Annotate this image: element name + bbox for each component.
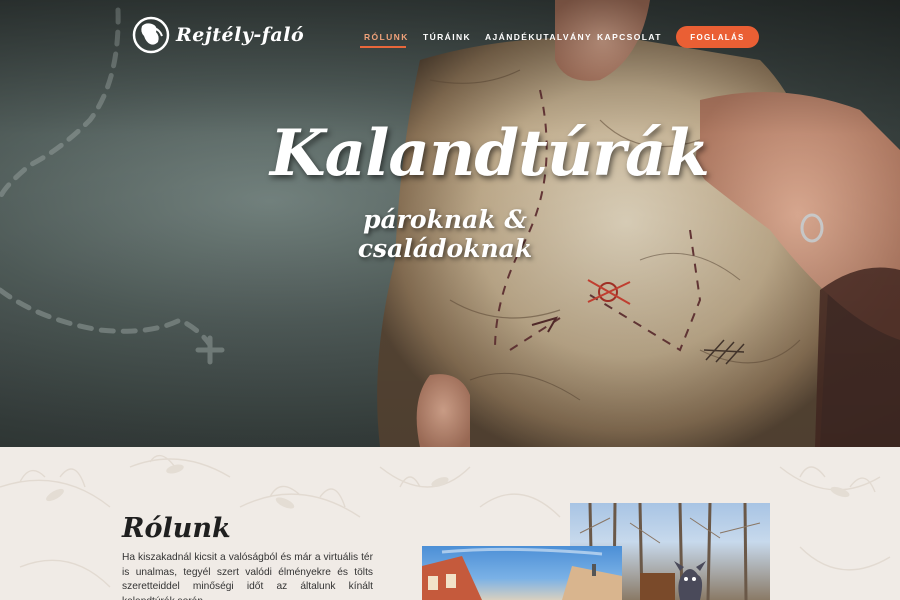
hero-title: Kalandtúrák [270, 116, 710, 191]
logo-text: Rejtély-faló [176, 24, 305, 46]
site-logo[interactable]: Rejtély-faló [132, 16, 304, 54]
globe-horse-icon [132, 16, 170, 54]
nav-item-rolunk[interactable]: RÓLUNK [364, 32, 409, 42]
booking-button[interactable]: FOGLALÁS [676, 26, 759, 48]
nav-item-ajandekutalvany[interactable]: AJÁNDÉKUTALVÁNY [485, 32, 592, 42]
about-title: Rólunk [122, 513, 231, 544]
town-photo [422, 546, 622, 600]
nav-item-kapcsolat[interactable]: KAPCSOLAT [597, 32, 662, 42]
nav-active-indicator [360, 46, 406, 48]
hero-banner: Rejtély-faló RÓLUNK TÚRÁINK AJÁNDÉKUTALV… [0, 0, 900, 447]
nav-item-turaink[interactable]: TÚRÁINK [423, 32, 471, 42]
hero-subtitle: pároknak & családoknak [357, 205, 533, 263]
about-section: Rólunk Ha kiszakadnál kicsit a valóságbó… [0, 447, 900, 600]
about-text: Ha kiszakadnál kicsit a valóságból és má… [122, 552, 373, 600]
